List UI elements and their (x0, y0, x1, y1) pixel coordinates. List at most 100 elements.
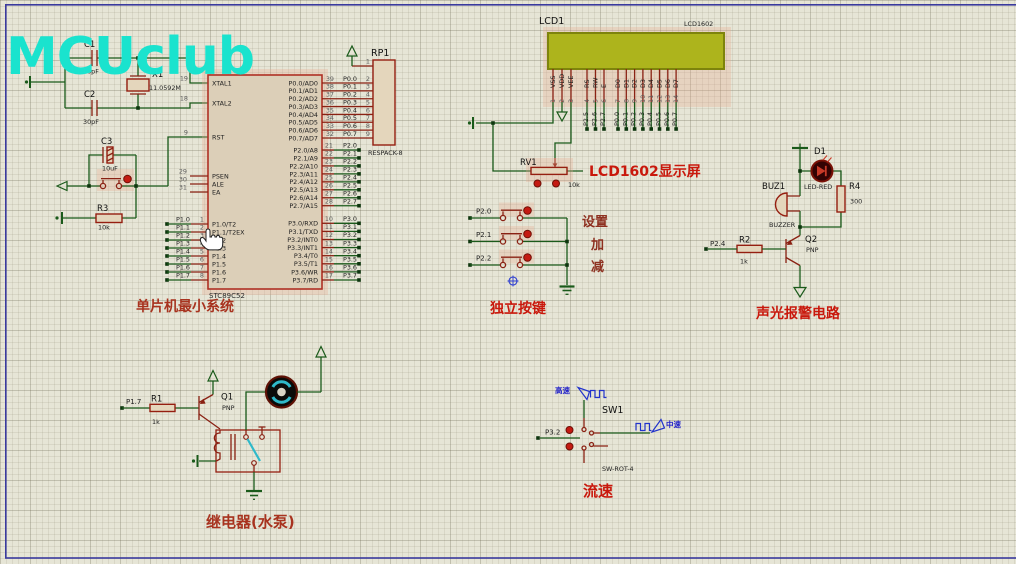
svg-text:P2.3/A11: P2.3/A11 (289, 170, 318, 178)
svg-text:12: 12 (325, 231, 333, 239)
svg-text:P3.1/TXD: P3.1/TXD (289, 228, 318, 236)
c2-ref: C2 (84, 90, 95, 100)
c3-ref: C3 (101, 137, 112, 147)
svg-text:P2.5: P2.5 (582, 112, 590, 126)
svg-text:12: 12 (656, 95, 664, 103)
svg-text:P0.0: P0.0 (613, 112, 621, 126)
push-button-row[interactable]: P2.2 (468, 250, 567, 268)
svg-text:VSS: VSS (549, 76, 557, 89)
svg-text:P3.1: P3.1 (343, 223, 357, 231)
key-net-label: P2.1 (476, 231, 491, 239)
flow-label-mid: 中速 (666, 419, 681, 429)
buzzer-buz1[interactable] (776, 193, 788, 216)
svg-text:9: 9 (366, 130, 370, 138)
svg-text:D1: D1 (622, 79, 630, 88)
svg-text:P3.3/INT1: P3.3/INT1 (287, 244, 318, 252)
potentiometer-rv1[interactable] (531, 167, 567, 174)
svg-text:P2.0/A8: P2.0/A8 (293, 146, 318, 154)
button-actuator-dot[interactable] (524, 254, 532, 262)
svg-text:P0.1: P0.1 (621, 112, 629, 126)
svg-text:10: 10 (639, 95, 647, 103)
push-button-row[interactable]: P2.1 (468, 226, 567, 244)
svg-text:P1.2: P1.2 (176, 232, 190, 240)
svg-text:9: 9 (184, 129, 188, 137)
svg-text:P3.0: P3.0 (343, 215, 357, 223)
ground-icon (246, 491, 262, 499)
svg-text:D4: D4 (647, 79, 655, 88)
rv1-adjust-dot[interactable] (534, 180, 541, 187)
svg-text:EA: EA (212, 188, 221, 196)
lcd-module[interactable]: LCD1 LCD1602 VSS 1 VDD 2 VEE 3 (468, 16, 731, 189)
button-actuator-dot[interactable] (524, 230, 532, 238)
svg-text:26: 26 (325, 182, 333, 190)
svg-text:16: 16 (325, 264, 333, 272)
mcu-p0-pins: P0.0/AD0 39 P0.0 2 P0.1/AD1 38 P0.1 3 P0… (288, 75, 373, 142)
svg-text:P2.1/A9: P2.1/A9 (293, 154, 318, 162)
key-label-set: 设置 (582, 215, 608, 230)
svg-text:P0.2/AD2: P0.2/AD2 (288, 95, 318, 103)
svg-text:P3.7/RD: P3.7/RD (292, 276, 318, 284)
svg-text:P3.6/WR: P3.6/WR (291, 268, 318, 276)
svg-text:P1.4: P1.4 (176, 248, 190, 256)
svg-text:P2.2: P2.2 (343, 158, 357, 166)
sw1-value: SW-ROT-4 (602, 465, 634, 473)
svg-text:D6: D6 (664, 79, 672, 88)
relay-rl1[interactable] (214, 427, 280, 472)
svg-text:P1.7: P1.7 (176, 272, 190, 280)
svg-text:P0.2: P0.2 (343, 91, 357, 99)
resistor-r4 (837, 186, 845, 212)
svg-text:P2.7: P2.7 (599, 112, 607, 126)
switch-actuator-dot[interactable] (566, 443, 573, 450)
power-arrow-icon (316, 347, 326, 358)
svg-text:VEE: VEE (567, 76, 575, 88)
svg-text:P0.4/AD4: P0.4/AD4 (288, 111, 318, 119)
svg-text:P2.2/A10: P2.2/A10 (289, 162, 318, 170)
svg-text:E: E (600, 84, 608, 88)
svg-text:P0.1: P0.1 (343, 83, 357, 91)
svg-text:P0.5: P0.5 (343, 114, 357, 122)
key-label-dec: 减 (591, 259, 604, 275)
q1-value: PNP (222, 404, 235, 412)
svg-text:D7: D7 (672, 79, 680, 88)
q1-ref: Q1 (221, 393, 233, 403)
svg-text:2: 2 (366, 75, 370, 83)
relay-section-title: 继电器(水泵) (206, 513, 295, 531)
svg-text:27: 27 (325, 189, 333, 197)
rv1-adjust-dot[interactable] (553, 180, 560, 187)
svg-text:33: 33 (326, 122, 334, 130)
svg-text:P1.6: P1.6 (212, 268, 226, 276)
svg-text:P2.6: P2.6 (591, 112, 599, 126)
svg-text:5: 5 (366, 98, 370, 106)
svg-text:P0.7: P0.7 (343, 130, 357, 138)
switch-actuator-dot[interactable] (566, 427, 573, 434)
r2-value: 1k (740, 258, 748, 266)
mcu-chip[interactable]: STC89C52 19 XTAL1 18 XTAL2 9 RST 29 PSEN… (136, 69, 373, 315)
rp1-value: RESPACK-8 (368, 149, 403, 157)
svg-text:P1.0: P1.0 (176, 216, 190, 224)
svg-text:39: 39 (326, 75, 334, 83)
push-button-row[interactable]: P2.0 (468, 203, 567, 221)
svg-text:35: 35 (326, 106, 334, 114)
svg-text:D5: D5 (656, 79, 664, 88)
svg-text:30: 30 (179, 176, 187, 184)
button-actuator-dot[interactable] (524, 207, 532, 215)
svg-text:28: 28 (325, 197, 333, 205)
sw1-ref: SW1 (602, 405, 623, 416)
button-actuator-dot[interactable] (124, 175, 132, 183)
r1-ref: R1 (151, 395, 162, 405)
led-d1[interactable] (812, 156, 833, 182)
motor-pump-icon[interactable] (266, 377, 297, 408)
svg-text:P1.1: P1.1 (176, 224, 190, 232)
svg-text:P3.2: P3.2 (343, 231, 357, 239)
schematic-sheet: C1 30pF C2 30pF X1 11.0592M C3 10uF R3 1… (0, 0, 1016, 564)
svg-text:13: 13 (325, 239, 333, 247)
alarm-circuit: P2.4 D1 LED-RED R4 300 BUZ1 BUZZER Q2 PN… (704, 144, 862, 323)
svg-text:P2.1: P2.1 (343, 150, 357, 158)
svg-text:P3.4/T0: P3.4/T0 (294, 252, 318, 260)
rv1-value: 10k (568, 181, 580, 189)
rp1-pin1-num: 1 (366, 58, 370, 66)
svg-text:P2.3: P2.3 (343, 166, 357, 174)
rp1-body[interactable] (373, 60, 395, 145)
buz1-value: BUZZER (769, 221, 796, 229)
svg-text:P0.3: P0.3 (343, 98, 357, 106)
